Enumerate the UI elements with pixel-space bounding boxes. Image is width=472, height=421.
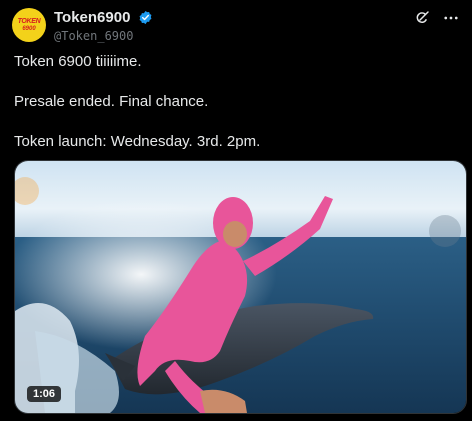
tweet-text: Token 6900 tiiiiime. Presale ended. Fina… — [14, 52, 458, 152]
tweet-line-3: Token launch: Wednesday. 3rd. 2pm. — [14, 133, 261, 150]
verified-badge-icon — [139, 11, 152, 25]
handle[interactable]: @Token_6900 — [54, 29, 153, 43]
more-icon[interactable] — [442, 9, 460, 27]
tweet-line-1: Token 6900 tiiiiime. — [14, 53, 142, 70]
tweet: TOKEN 6900 Token6900 @Token_6900 Token 6… — [0, 0, 472, 421]
grok-icon[interactable] — [414, 10, 430, 26]
tweet-header: TOKEN 6900 Token6900 @Token_6900 — [12, 8, 460, 43]
display-name[interactable]: Token6900 — [54, 9, 130, 26]
avatar-logo-top: TOKEN — [17, 18, 41, 25]
author-names: Token6900 @Token_6900 — [54, 9, 153, 43]
avatar[interactable]: TOKEN 6900 — [12, 8, 46, 42]
header-actions — [414, 8, 460, 28]
video-duration: 1:06 — [27, 386, 62, 402]
tweet-line-2: Presale ended. Final chance. — [14, 93, 209, 110]
avatar-logo-bottom: 6900 — [22, 26, 36, 32]
video-frame — [15, 161, 466, 413]
video-player[interactable]: 1:06 — [14, 160, 467, 414]
